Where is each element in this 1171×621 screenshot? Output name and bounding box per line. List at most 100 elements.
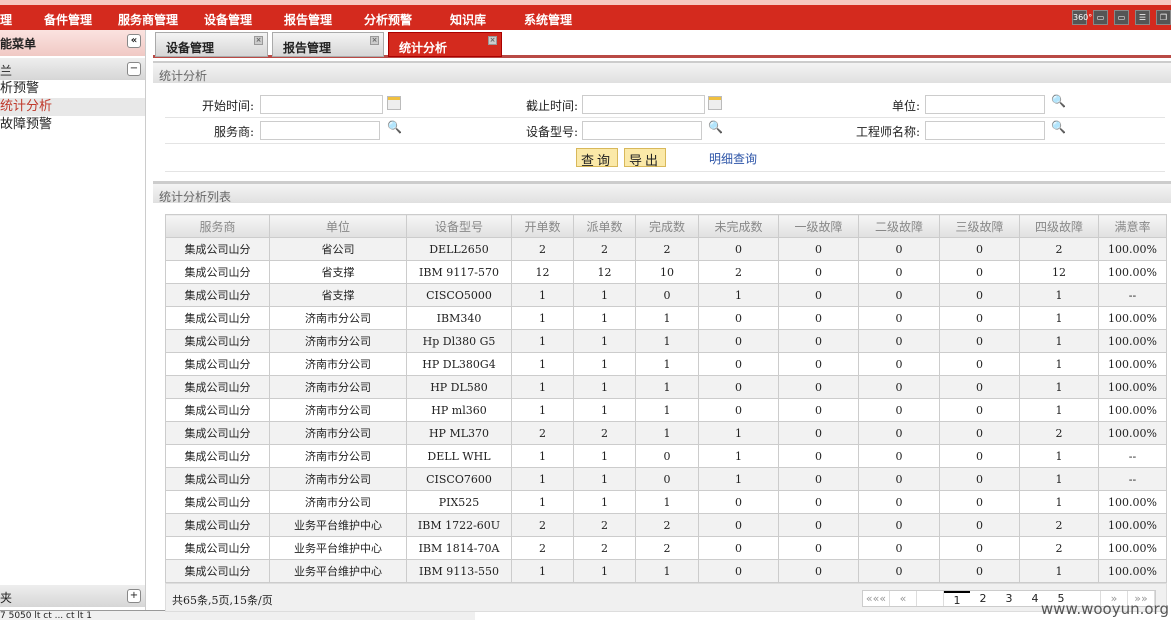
- calendar-icon[interactable]: [387, 96, 401, 110]
- window-icon[interactable]: ▭: [1114, 10, 1129, 25]
- table-cell: HP DL380G4: [406, 352, 512, 376]
- table-cell: 济南市分公司: [269, 421, 407, 445]
- detail-query-link[interactable]: 明细查询: [709, 150, 757, 167]
- close-icon[interactable]: ×: [254, 36, 263, 45]
- search-icon[interactable]: 🔍: [1051, 120, 1066, 134]
- calendar-icon[interactable]: [708, 96, 722, 110]
- first-page-button[interactable]: «««: [863, 591, 890, 606]
- column-header[interactable]: 二级故障: [858, 214, 940, 238]
- tab-device-management[interactable]: 设备管理 ×: [155, 32, 268, 57]
- table-cell: 0: [778, 352, 859, 376]
- end-time-input[interactable]: [582, 95, 705, 114]
- table-cell: 1: [573, 306, 636, 330]
- table-cell: 0: [778, 490, 859, 514]
- table-cell: 0: [778, 260, 859, 284]
- page-1-button[interactable]: 1: [944, 591, 970, 607]
- table-cell: 1: [1019, 306, 1099, 330]
- table-cell: 12: [573, 260, 636, 284]
- query-button[interactable]: 查询: [576, 148, 619, 169]
- column-header[interactable]: 四级故障: [1019, 214, 1099, 238]
- column-header[interactable]: 服务商: [165, 214, 270, 238]
- sidebar-item-statistics[interactable]: 统计分析: [0, 98, 145, 116]
- nav-item[interactable]: 系统管理: [524, 11, 572, 28]
- engineer-input[interactable]: [925, 121, 1045, 140]
- nav-item[interactable]: 理: [0, 11, 12, 28]
- table-cell: 100.00%: [1098, 306, 1167, 330]
- close-icon[interactable]: ×: [370, 36, 379, 45]
- nav-item[interactable]: 知识库: [450, 11, 486, 28]
- table-cell: 1: [511, 306, 574, 330]
- table-cell: 1: [635, 490, 699, 514]
- prev-page-button[interactable]: «: [890, 591, 917, 606]
- table-cell: 0: [778, 536, 859, 560]
- minus-icon[interactable]: −: [127, 62, 141, 76]
- 360-icon[interactable]: 360°: [1072, 10, 1092, 25]
- column-header[interactable]: 一级故障: [778, 214, 859, 238]
- nav-item[interactable]: 服务商管理: [118, 11, 178, 28]
- sidebar-item-fault-warning[interactable]: 故障预警: [0, 116, 145, 134]
- nav-item[interactable]: 设备管理: [204, 11, 252, 28]
- column-header[interactable]: 三级故障: [939, 214, 1020, 238]
- tab-statistics[interactable]: 统计分析 ×: [388, 32, 502, 57]
- table-cell: 1: [573, 444, 636, 468]
- search-icon[interactable]: 🔍: [708, 120, 723, 134]
- close-icon[interactable]: ×: [488, 36, 497, 45]
- table-cell: 0: [939, 444, 1020, 468]
- nav-item[interactable]: 备件管理: [44, 11, 92, 28]
- model-label: 设备型号:: [525, 125, 578, 139]
- table-cell: 0: [858, 306, 940, 330]
- model-input[interactable]: [582, 121, 702, 140]
- export-button[interactable]: 导出: [624, 148, 667, 169]
- table-row: 集成公司山分 济南市分公司 DELL WHL 1 1 0 1 0 0 0 1 --: [165, 444, 1167, 468]
- table-cell: 0: [939, 467, 1020, 491]
- provider-input[interactable]: [260, 121, 380, 140]
- column-header[interactable]: 满意率: [1098, 214, 1167, 238]
- unit-input[interactable]: [925, 95, 1045, 114]
- nav-item[interactable]: 分析预警: [364, 11, 412, 28]
- table-cell: 业务平台维护中心: [269, 536, 407, 560]
- restore-icon[interactable]: ❐: [1156, 10, 1171, 25]
- sidebar-item-analysis-warning[interactable]: 析预警: [0, 80, 145, 98]
- table-cell: 集成公司山分: [165, 329, 270, 353]
- table-cell: 1: [635, 421, 699, 445]
- plus-icon[interactable]: +: [127, 589, 141, 603]
- top-nav-bar: 理备件管理 服务商管理 设备管理 报告管理 分析预警 知识库 系统管理 360° ▭ ▭ ☰ ❐: [0, 0, 1171, 30]
- table-cell: 0: [858, 490, 940, 514]
- table-cell: 0: [778, 467, 859, 491]
- column-header[interactable]: 未完成数: [698, 214, 779, 238]
- column-header[interactable]: 单位: [269, 214, 407, 238]
- table-row: 集成公司山分 业务平台维护中心 IBM 1814-70A 2 2 2 0 0 0 0 2 100.00…: [165, 536, 1167, 560]
- search-icon[interactable]: 🔍: [387, 120, 402, 134]
- table-cell: HP ml360: [406, 398, 512, 422]
- column-header[interactable]: 完成数: [635, 214, 699, 238]
- page-spacer[interactable]: [917, 591, 944, 606]
- nav-item[interactable]: 报告管理: [284, 11, 332, 28]
- sidebar-section[interactable]: 兰 −: [0, 58, 145, 80]
- column-header[interactable]: 开单数: [511, 214, 574, 238]
- table-cell: HP ML370: [406, 421, 512, 445]
- sidebar-bottom-section[interactable]: 夹 +: [0, 585, 145, 607]
- table-row: 集成公司山分 济南市分公司 CISCO7600 1 1 0 1 0 0 0 1 --: [165, 467, 1167, 491]
- column-header[interactable]: 设备型号: [406, 214, 512, 238]
- query-panel-title: 统计分析: [153, 61, 1171, 83]
- table-cell: 0: [698, 375, 779, 399]
- table-cell: 0: [939, 421, 1020, 445]
- table-cell: 0: [778, 283, 859, 307]
- table-cell: 2: [635, 536, 699, 560]
- column-header[interactable]: 派单数: [573, 214, 636, 238]
- table-cell: 集成公司山分: [165, 398, 270, 422]
- table-cell: 0: [635, 467, 699, 491]
- tab-report-management[interactable]: 报告管理 ×: [272, 32, 384, 57]
- collapse-sidebar-icon[interactable]: «: [127, 34, 141, 48]
- table-cell: 1: [573, 375, 636, 399]
- page-3-button[interactable]: 3: [996, 591, 1022, 606]
- table-cell: 1: [511, 467, 574, 491]
- table-cell: 1: [1019, 444, 1099, 468]
- list-icon[interactable]: ☰: [1135, 10, 1150, 25]
- table-cell: 0: [778, 398, 859, 422]
- start-time-input[interactable]: [260, 95, 383, 114]
- layout-icon[interactable]: ▭: [1093, 10, 1108, 25]
- table-cell: 0: [939, 306, 1020, 330]
- search-icon[interactable]: 🔍: [1051, 94, 1066, 108]
- page-2-button[interactable]: 2: [970, 591, 996, 606]
